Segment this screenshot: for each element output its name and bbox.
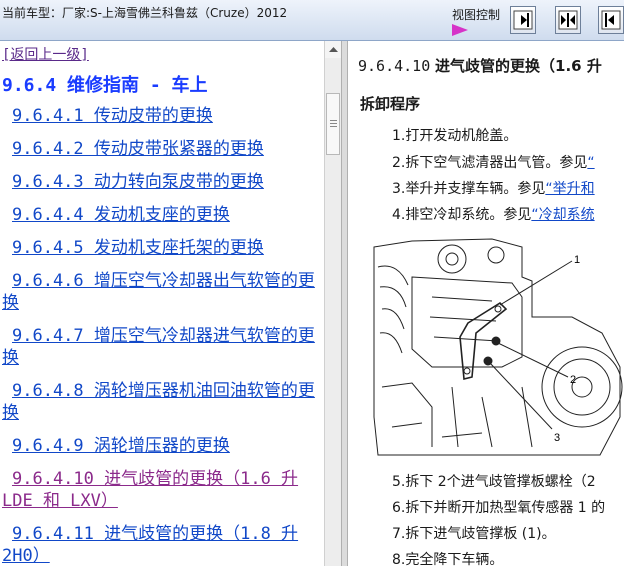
- step-item: 8.完全降下车辆。: [392, 552, 504, 566]
- toc-link[interactable]: 9.6.4.11 进气歧管的更换（1.8 升 2H0）: [2, 523, 320, 566]
- toc-pane: [返回上一级] 9.6.4 维修指南 - 车上 9.6.4.1 传动皮带的更换 …: [0, 41, 324, 566]
- toc-link[interactable]: 9.6.4.3 动力转向泵皮带的更换: [2, 171, 320, 193]
- callout-2: 2: [570, 374, 576, 386]
- step-item: 5.拆下 2个进气歧管撑板螺栓（2: [392, 474, 596, 490]
- pointer-arrow-icon: [452, 24, 468, 36]
- scroll-up-button[interactable]: [325, 41, 342, 58]
- procedure-heading: 拆卸程序: [360, 95, 421, 113]
- step-reference-link[interactable]: “举升和: [545, 181, 594, 197]
- toc-link[interactable]: 9.6.4.5 发动机支座托架的更换: [2, 237, 320, 259]
- step-reference-link[interactable]: “: [587, 155, 594, 171]
- vehicle-title: 当前车型：厂家:S-上海雪佛兰科鲁兹（Cruze）2012: [2, 6, 288, 20]
- page-title-number: 9.6.4.10: [358, 57, 431, 75]
- step-reference-link[interactable]: “冷却系统: [531, 207, 594, 223]
- title-bar: 当前车型：厂家:S-上海雪佛兰科鲁兹（Cruze）2012 视图控制: [0, 0, 624, 41]
- show-right-pane-button[interactable]: [598, 6, 624, 34]
- toc-link[interactable]: 9.6.4.6 增压空气冷却器出气软管的更换: [2, 270, 320, 314]
- arrow-up-icon: [329, 47, 338, 52]
- toc-link[interactable]: 9.6.4.8 涡轮增压器机油回油软管的更换: [2, 380, 320, 424]
- step-item: 2.拆下空气滤清器出气管。参见“: [392, 155, 595, 171]
- page-title-text: 进气歧管的更换（1.6 升: [435, 57, 602, 75]
- toc-link[interactable]: 9.6.4.2 传动皮带张紧器的更换: [2, 138, 320, 160]
- step-item: 4.排空冷却系统。参见“冷却系统: [392, 207, 595, 223]
- toc-link[interactable]: 9.6.4.7 增压空气冷却器进气软管的更换: [2, 325, 320, 369]
- show-left-pane-button[interactable]: [510, 6, 536, 34]
- view-control-label: 视图控制: [452, 8, 501, 22]
- collapse-left-icon: [601, 10, 621, 30]
- toc-link[interactable]: 9.6.4.4 发动机支座的更换: [2, 204, 320, 226]
- step-item: 1.打开发动机舱盖。: [392, 128, 518, 144]
- content-pane: 9.6.4.10 进气歧管的更换（1.6 升 拆卸程序 1.打开发动机舱盖。 2…: [348, 41, 624, 566]
- toc-scrollbar[interactable]: [324, 41, 342, 566]
- back-link[interactable]: [返回上一级]: [2, 44, 89, 64]
- step-item: 7.拆下进气歧管撑板 (1)。: [392, 526, 556, 542]
- engine-diagram: 1 2 3: [373, 238, 623, 456]
- split-view-icon: [558, 10, 578, 30]
- scroll-thumb[interactable]: [326, 93, 340, 155]
- pane-splitter[interactable]: [341, 41, 348, 566]
- callout-1: 1: [574, 254, 580, 266]
- page-title: 9.6.4.10 进气歧管的更换（1.6 升: [358, 55, 602, 76]
- split-view-button[interactable]: [555, 6, 581, 34]
- section-title: 9.6.4 维修指南 - 车上: [2, 75, 208, 96]
- toc-link-current[interactable]: 9.6.4.10 进气歧管的更换（1.6 升 LDE 和 LXV）: [2, 468, 320, 512]
- callout-3: 3: [554, 432, 560, 444]
- step-item: 3.举升并支撑车辆。参见“举升和: [392, 181, 595, 197]
- step-item: 6.拆下并断开加热型氧传感器 1 的: [392, 500, 606, 516]
- toc-link[interactable]: 9.6.4.1 传动皮带的更换: [2, 105, 320, 127]
- toc-link[interactable]: 9.6.4.9 涡轮增压器的更换: [2, 435, 320, 457]
- collapse-right-icon: [513, 10, 533, 30]
